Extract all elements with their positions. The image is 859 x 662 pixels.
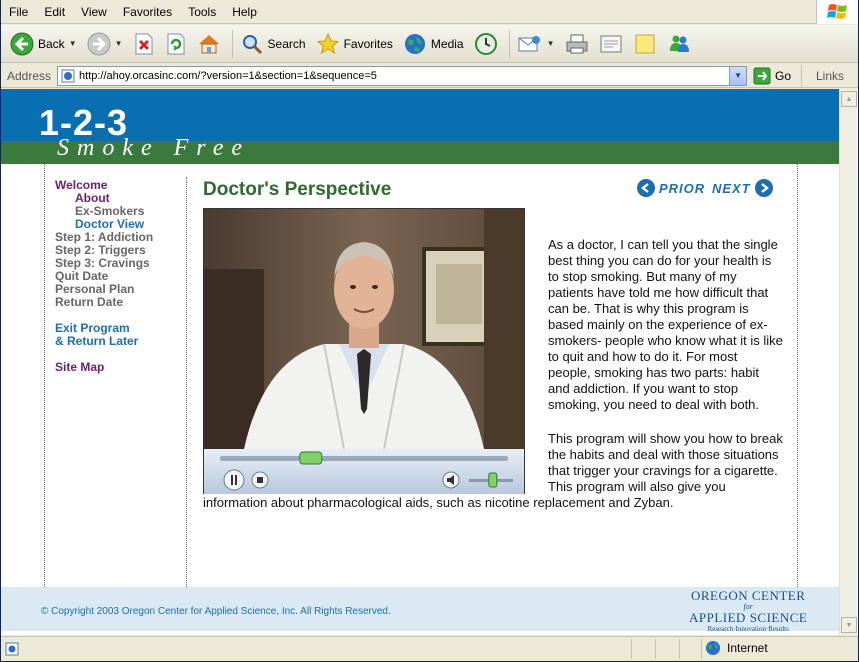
discuss-button[interactable] [630, 28, 660, 60]
ocas-logo[interactable]: OREGON CENTER for APPLIED SCIENCE Resear… [689, 589, 807, 634]
vertical-scrollbar[interactable]: ▲ ▼ [839, 89, 857, 635]
page-viewport: 1-2-3 Smoke Free Welcome About Ex-Smoker… [1, 89, 858, 635]
nav-return-later[interactable]: & Return Later [55, 335, 153, 348]
print-button[interactable] [562, 28, 592, 60]
messenger-icon [669, 35, 689, 52]
page-title: Doctor's Perspective [203, 179, 392, 200]
copyright-text: © Copyright 2003 Oregon Center for Appli… [41, 606, 391, 617]
ocas-logo-line1: OREGON CENTER [690, 588, 806, 603]
history-icon [474, 32, 497, 55]
page-icon [61, 69, 75, 82]
toolbar: Back ▼ ▼ Search Favorites Media ▼ [1, 25, 858, 63]
back-button[interactable]: Back ▼ [7, 28, 80, 60]
prior-button[interactable]: PRIOR [637, 179, 705, 197]
toolbar-separator [231, 29, 233, 58]
menu-help[interactable]: Help [224, 0, 265, 24]
nav-divider [186, 177, 187, 587]
address-label: Address [7, 68, 52, 83]
favorites-button[interactable]: Favorites [313, 28, 396, 60]
go-button[interactable]: Go [753, 67, 791, 85]
prior-label: PRIOR [659, 180, 706, 196]
menu-bar: File Edit View Favorites Tools Help [1, 0, 858, 24]
favorites-label: Favorites [343, 36, 393, 51]
windows-logo-icon [816, 0, 858, 24]
next-arrow-icon [754, 179, 773, 197]
media-button[interactable]: Media [400, 28, 467, 60]
mail-dropdown-icon[interactable]: ▼ [547, 39, 555, 48]
forward-dropdown-icon[interactable]: ▼ [115, 39, 123, 48]
mail-icon [518, 35, 540, 51]
ocas-logo-tagline: Research·Innovation·Results [707, 625, 789, 633]
logo-words[interactable]: Smoke Free [57, 135, 250, 161]
security-zone: Internet [705, 640, 768, 656]
edit-button[interactable] [596, 28, 626, 60]
scroll-down-icon[interactable]: ▼ [841, 617, 857, 633]
home-icon [198, 34, 219, 53]
printer-icon [566, 34, 588, 53]
search-icon [242, 34, 262, 54]
internet-globe-icon [706, 641, 720, 655]
edit-page-icon [600, 35, 622, 52]
menu-favorites[interactable]: Favorites [115, 0, 180, 24]
menu-file[interactable]: File [1, 0, 36, 24]
media-globe-icon [404, 33, 425, 54]
menu-edit[interactable]: Edit [36, 0, 73, 24]
back-dropdown-icon[interactable]: ▼ [69, 39, 77, 48]
refresh-button[interactable] [162, 28, 190, 60]
status-pane [701, 639, 702, 659]
forward-button[interactable]: ▼ [84, 28, 126, 60]
page-footer: © Copyright 2003 Oregon Center for Appli… [1, 587, 839, 634]
back-label: Back [38, 36, 65, 51]
nav-site-map[interactable]: Site Map [55, 361, 153, 374]
video-float-spacer [203, 237, 548, 481]
status-pane [631, 639, 632, 659]
ocas-logo-line2: APPLIED SCIENCE [689, 610, 808, 625]
stop-icon [135, 33, 153, 54]
next-button[interactable]: NEXT [712, 179, 773, 197]
browser-window: File Edit View Favorites Tools Help Back… [0, 0, 859, 662]
status-pane [679, 639, 680, 659]
menu-view[interactable]: View [73, 0, 115, 24]
page-status-icon [5, 642, 19, 655]
prior-arrow-icon [637, 179, 655, 197]
back-arrow-icon [10, 32, 34, 55]
home-button[interactable] [194, 28, 224, 60]
stop-button[interactable] [130, 28, 158, 60]
search-label: Search [267, 36, 306, 51]
status-bar: Internet [1, 636, 858, 660]
forward-arrow-icon [87, 32, 111, 55]
history-button[interactable] [471, 28, 501, 60]
go-arrow-icon [753, 67, 771, 84]
address-bar: Address http://ahoy.orcasinc.com/?versio… [1, 64, 858, 88]
go-label: Go [775, 68, 792, 83]
zone-label: Internet [727, 641, 768, 655]
body-text: As a doctor, I can tell you that the sin… [203, 237, 783, 529]
nav-return-date[interactable]: Return Date [55, 296, 153, 309]
mail-button[interactable]: ▼ [514, 28, 558, 60]
star-icon [316, 32, 339, 54]
address-dropdown-icon[interactable]: ▼ [729, 66, 747, 85]
messenger-button[interactable] [664, 28, 694, 60]
media-label: Media [430, 36, 464, 51]
address-url: http://ahoy.orcasinc.com/?version=1&sect… [79, 69, 377, 82]
toolbar-separator [508, 29, 510, 58]
status-pane [655, 639, 656, 659]
sidebar-nav: Welcome About Ex-Smokers Doctor View Ste… [55, 179, 153, 374]
search-button[interactable]: Search [237, 28, 309, 60]
address-input[interactable]: http://ahoy.orcasinc.com/?version=1&sect… [57, 65, 748, 86]
next-label: NEXT [712, 180, 751, 196]
links-button[interactable]: Links [800, 64, 858, 87]
note-icon [635, 34, 655, 53]
scroll-up-icon[interactable]: ▲ [841, 91, 857, 107]
refresh-icon [167, 33, 185, 54]
menu-tools[interactable]: Tools [180, 0, 224, 24]
